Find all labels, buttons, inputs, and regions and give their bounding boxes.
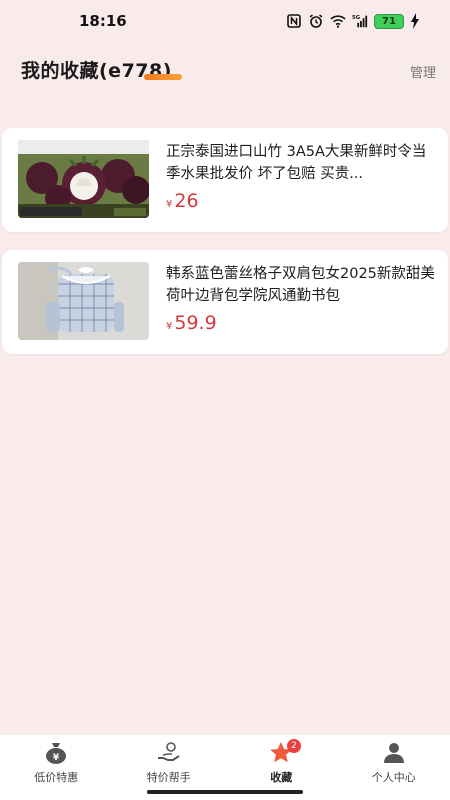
price-amount: 59.9 <box>174 312 217 334</box>
battery-icon: 71 <box>374 13 404 29</box>
helper-hand-icon <box>157 742 180 761</box>
favorites-screen: 18:16 5G 71 我的收藏(e778) 管理 正宗泰国进口山竹 3A5A大… <box>0 0 450 800</box>
alarm-icon <box>309 14 323 28</box>
charging-icon <box>411 13 419 29</box>
favorites-count-badge: 2 <box>287 739 301 753</box>
svg-text:¥: ¥ <box>53 753 60 763</box>
item-price: ¥ 26 <box>166 190 199 212</box>
tab-personal-center[interactable]: 个人中心 <box>338 735 450 800</box>
item-title: 韩系蓝色蕾丝格子双肩包女2025新款甜美荷叶边背包学院风通勤书包 <box>166 266 435 304</box>
currency-symbol: ¥ <box>166 321 173 332</box>
person-icon <box>383 743 404 763</box>
svg-text:5G: 5G <box>352 15 360 21</box>
favorite-item[interactable]: 韩系蓝色蕾丝格子双肩包女2025新款甜美荷叶边背包学院风通勤书包 ¥ 59.9 <box>2 250 448 354</box>
manage-button[interactable]: 管理 <box>410 62 436 81</box>
status-bar: 18:16 5G 71 <box>0 0 450 42</box>
favorite-item[interactable]: 正宗泰国进口山竹 3A5A大果新鲜时令当季水果批发价 坏了包赔 买贵... ¥ … <box>2 128 448 232</box>
tab-label: 低价特惠 <box>34 771 79 784</box>
plaid-backpack-image <box>18 262 149 340</box>
status-icons: 5G 71 <box>286 13 420 29</box>
header: 我的收藏(e778) 管理 <box>0 52 450 92</box>
currency-symbol: ¥ <box>166 199 173 210</box>
item-price: ¥ 59.9 <box>166 312 217 334</box>
status-time: 18:16 <box>79 12 127 30</box>
nfc-icon <box>287 14 301 28</box>
tab-label: 特价帮手 <box>146 771 191 784</box>
item-title: 正宗泰国进口山竹 3A5A大果新鲜时令当季水果批发价 坏了包赔 买贵... <box>166 144 427 182</box>
mangosteen-image <box>18 140 149 218</box>
title-underline-accent <box>144 74 182 80</box>
tab-low-price-deals[interactable]: ¥ 低价特惠 <box>0 735 113 800</box>
wifi-icon <box>330 15 346 28</box>
tab-label: 收藏 <box>270 771 293 784</box>
money-bag-icon: ¥ <box>46 743 67 764</box>
home-indicator <box>147 790 303 794</box>
5g-signal-icon: 5G <box>352 15 368 28</box>
tab-label: 个人中心 <box>371 771 416 784</box>
price-amount: 26 <box>174 190 199 212</box>
